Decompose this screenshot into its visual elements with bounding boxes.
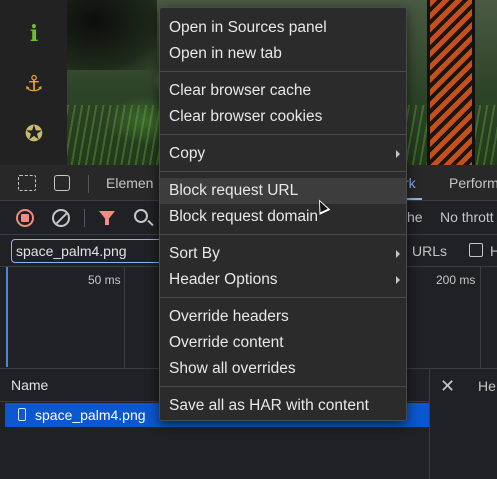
device-toolbar-icon[interactable] [54,175,70,191]
menu-item-label: Show all overrides [169,360,296,377]
menu-item-sort-by[interactable]: Sort By [160,241,406,267]
anchor-icon[interactable]: ⚓ [20,70,48,98]
search-icon[interactable] [134,209,148,223]
menu-item-block-url[interactable]: Block request URL [160,178,406,204]
tab-elements[interactable]: Elemen [106,175,153,191]
menu-item-show-overrides[interactable]: Show all overrides [160,356,406,382]
close-icon[interactable]: ✕ [440,376,455,397]
palm-trunk-art [427,0,475,165]
timeline-gridline [480,267,481,369]
menu-item-save-har[interactable]: Save all as HAR with content [160,393,406,419]
menu-separator [160,134,406,135]
submenu-arrow-icon [396,250,400,258]
tab-performance[interactable]: Perform [449,175,497,191]
menu-item-clear-cookies[interactable]: Clear browser cookies [160,104,406,130]
submenu-arrow-icon [396,150,400,158]
menu-item-label: Header Options [169,271,278,288]
toolbar-divider [84,209,85,227]
menu-item-label: Override content [169,334,284,351]
submenu-arrow-icon [396,276,400,284]
menu-item-label: Block request domain [169,208,319,225]
filter-input[interactable] [11,239,171,263]
filter-icon[interactable] [99,211,115,225]
menu-separator [160,386,406,387]
timeline-label: 200 ms [436,273,476,287]
menu-item-header-options[interactable]: Header Options [160,267,406,293]
menu-item-label: Clear browser cache [169,82,312,99]
clear-log-button[interactable] [52,209,70,227]
menu-item-label: Open in new tab [169,45,282,62]
menu-item-copy[interactable]: Copy [160,141,406,167]
menu-item-label: Block request URL [169,182,299,199]
tabbar-divider [88,175,89,193]
award-icon[interactable]: ✪ [20,120,48,148]
name-header-label: Name [11,377,49,393]
menu-item-label: Override headers [169,308,289,325]
menu-item-block-domain[interactable]: Block request domain [160,204,406,230]
timeline-gridline [124,267,125,369]
menu-item-override-content[interactable]: Override content [160,330,406,356]
menu-item-label: Copy [169,145,206,162]
stop-recording-button[interactable] [16,209,34,227]
file-icon [18,408,26,421]
timeline-label: 50 ms [88,273,121,287]
screenshot-root: i ⚓ ✪ Elemen rk Perform che No thrott sp… [0,0,497,479]
menu-separator [160,297,406,298]
throttling-select[interactable]: No thrott [440,209,494,225]
menu-separator [160,71,406,72]
menu-item-label: Clear browser cookies [169,108,323,125]
page-side-rail: i ⚓ ✪ [0,0,67,165]
menu-separator [160,234,406,235]
menu-item-override-headers[interactable]: Override headers [160,304,406,330]
request-name: space_palm4.png [35,407,146,423]
inspect-element-icon[interactable] [18,175,36,191]
menu-item-label: Save all as HAR with content [169,397,369,414]
menu-separator [160,171,406,172]
menu-item-open-in-sources[interactable]: Open in Sources panel [160,15,406,41]
hide-checkbox[interactable] [469,243,483,257]
artwork-shadow [67,0,157,70]
menu-item-label: Sort By [169,245,220,262]
hide-label: H [490,243,497,259]
tab-headers[interactable]: He [478,378,496,394]
menu-item-open-in-new-tab[interactable]: Open in new tab [160,41,406,67]
menu-item-label: Open in Sources panel [169,19,327,36]
menu-item-clear-cache[interactable]: Clear browser cache [160,78,406,104]
urls-label: URLs [412,243,448,259]
details-panel-divider [429,369,430,479]
timeline-marker [6,267,8,367]
context-menu: Open in Sources panel Open in new tab Cl… [159,7,407,421]
info-icon[interactable]: i [20,20,48,48]
